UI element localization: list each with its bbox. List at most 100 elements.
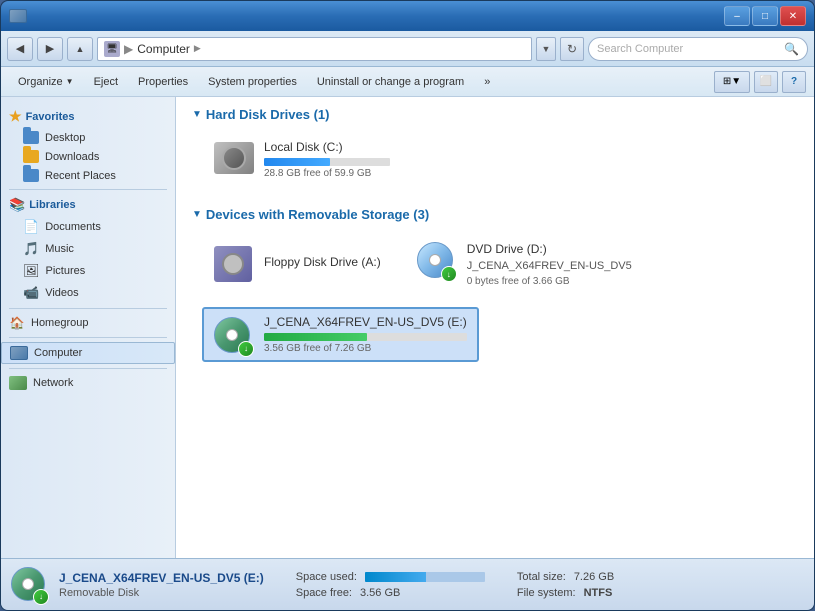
sidebar-item-documents[interactable]: 📄 Documents: [1, 216, 175, 238]
removable-section: ▼ Devices with Removable Storage (3) Flo…: [192, 207, 798, 362]
videos-label: Videos: [45, 287, 78, 299]
status-free-row: Space free: 3.56 GB: [296, 587, 485, 599]
sidebar-item-network[interactable]: Network: [1, 373, 175, 393]
documents-label: Documents: [45, 221, 101, 233]
organize-button[interactable]: Organize ▼: [9, 71, 83, 93]
uninstall-button[interactable]: Uninstall or change a program: [308, 71, 473, 93]
hard-disk-section: ▼ Hard Disk Drives (1) Local Disk (C:): [192, 107, 798, 187]
space-free-label: Space free:: [296, 587, 352, 599]
network-label: Network: [33, 377, 73, 389]
total-size-value: 7.26 GB: [574, 571, 614, 583]
search-placeholder: Search Computer: [597, 43, 683, 55]
status-details: Space used: Space free: 3.56 GB: [296, 571, 485, 599]
desktop-label: Desktop: [45, 132, 85, 144]
floppy-name: Floppy Disk Drive (A:): [264, 255, 381, 269]
dvd-icon-container: ↓: [417, 242, 457, 278]
main-window: – □ ✕ ◀ ▶ ▲ 🖥 ▶ Computer ▶ ▼ ↻ Search Co…: [0, 0, 815, 611]
libraries-header[interactable]: 📚 Libraries: [1, 194, 175, 216]
status-drive-type: Removable Disk: [59, 587, 264, 599]
recent-label: Recent Places: [45, 170, 116, 182]
help-button[interactable]: ?: [782, 71, 806, 93]
favorites-section: ★ Favorites Desktop Downloads Recent Pla…: [1, 105, 175, 185]
space-used-label: Space used:: [296, 571, 357, 583]
floppy-item[interactable]: Floppy Disk Drive (A:): [202, 232, 393, 295]
forward-button[interactable]: ▶: [37, 37, 63, 61]
organize-label: Organize: [18, 76, 63, 88]
back-button[interactable]: ◀: [7, 37, 33, 61]
recent-icon: [23, 169, 39, 182]
status-used-row: Space used:: [296, 571, 485, 583]
hdd-arrow: ▼: [192, 109, 202, 120]
removable-e-item[interactable]: ↓ J_CENA_X64FREV_EN-US_DV5 (E:) 3.56 GB …: [202, 307, 479, 362]
up-button[interactable]: ▲: [67, 37, 93, 61]
sidebar-item-videos[interactable]: 📹 Videos: [1, 282, 175, 304]
sidebar-item-downloads[interactable]: Downloads: [1, 147, 175, 166]
content-area: ▼ Hard Disk Drives (1) Local Disk (C:): [176, 97, 814, 558]
search-box[interactable]: Search Computer 🔍: [588, 37, 808, 61]
sidebar-item-homegroup[interactable]: 🏠 Homegroup: [1, 313, 175, 333]
sidebar-divider-2: [9, 308, 167, 309]
removable-e-fill: [264, 333, 367, 341]
more-button[interactable]: »: [475, 71, 499, 93]
close-button[interactable]: ✕: [780, 6, 806, 26]
desktop-icon: [23, 131, 39, 144]
main-area: ★ Favorites Desktop Downloads Recent Pla…: [1, 97, 814, 558]
dvd-info: DVD Drive (D:) J_CENA_X64FREV_EN-US_DV5 …: [467, 242, 632, 287]
sidebar-item-music[interactable]: 🎵 Music: [1, 238, 175, 260]
computer-label: Computer: [34, 347, 82, 359]
properties-button[interactable]: Properties: [129, 71, 197, 93]
sidebar-item-pictures[interactable]: 🖼 Pictures: [1, 260, 175, 282]
downloads-icon: [23, 150, 39, 163]
total-size-row: Total size: 7.26 GB: [517, 571, 614, 583]
maximize-button[interactable]: □: [752, 6, 778, 26]
local-disk-icon: [214, 142, 254, 178]
homegroup-label: Homegroup: [31, 317, 88, 329]
eject-button[interactable]: Eject: [85, 71, 127, 93]
homegroup-icon: 🏠: [9, 316, 25, 330]
floppy-icon-container: [214, 246, 254, 282]
window-icon: [9, 9, 27, 23]
music-icon: 🎵: [23, 241, 39, 257]
local-disk-fill: [264, 158, 330, 166]
status-arrow-icon: ↓: [33, 589, 49, 605]
properties-label: Properties: [138, 76, 188, 88]
refresh-button[interactable]: ↻: [560, 37, 584, 61]
removable-e-bar: [264, 333, 467, 341]
status-drive-icon: ↓: [11, 567, 47, 603]
favorites-header[interactable]: ★ Favorites: [1, 105, 175, 128]
address-dropdown[interactable]: ▼: [536, 37, 556, 61]
local-disk-item[interactable]: Local Disk (C:) 28.8 GB free of 59.9 GB: [202, 132, 402, 187]
total-size-label: Total size:: [517, 571, 566, 583]
pictures-label: Pictures: [46, 265, 86, 277]
minimize-button[interactable]: –: [724, 6, 750, 26]
status-bar-fill: [365, 572, 426, 582]
videos-icon: 📹: [23, 285, 39, 301]
address-bar: ◀ ▶ ▲ 🖥 ▶ Computer ▶ ▼ ↻ Search Computer…: [1, 31, 814, 67]
file-system-label: File system:: [517, 587, 576, 599]
more-label: »: [484, 76, 490, 88]
removable-title-text: Devices with Removable Storage (3): [206, 207, 429, 222]
system-properties-button[interactable]: System properties: [199, 71, 306, 93]
status-drive-name: J_CENA_X64FREV_EN-US_DV5 (E:): [59, 571, 264, 585]
removable-arrow: ▼: [192, 209, 202, 220]
sidebar-item-recent[interactable]: Recent Places: [1, 166, 175, 185]
dvd-item[interactable]: ↓ DVD Drive (D:) J_CENA_X64FREV_EN-US_DV…: [405, 232, 644, 295]
title-bar: – □ ✕: [1, 1, 814, 31]
address-path[interactable]: 🖥 ▶ Computer ▶: [97, 37, 532, 61]
sidebar-item-computer[interactable]: Computer: [1, 342, 175, 364]
status-usage-bar: [365, 572, 485, 582]
documents-icon: 📄: [23, 219, 39, 235]
toolbar-right: ⊞▼ ⬜ ?: [714, 71, 806, 93]
status-total: Total size: 7.26 GB File system: NTFS: [517, 571, 614, 599]
music-label: Music: [45, 243, 74, 255]
space-free-value: 3.56 GB: [360, 587, 400, 599]
sidebar: ★ Favorites Desktop Downloads Recent Pla…: [1, 97, 176, 558]
file-system-value: NTFS: [584, 587, 613, 599]
dvd-arrow: ↓: [441, 266, 457, 282]
sidebar-item-desktop[interactable]: Desktop: [1, 128, 175, 147]
view-toggle-button[interactable]: ⊞▼: [714, 71, 750, 93]
removable-e-size: 3.56 GB free of 7.26 GB: [264, 343, 467, 354]
hdd-title-text: Hard Disk Drives (1): [206, 107, 330, 122]
path-icon: 🖥: [104, 41, 120, 57]
preview-pane-button[interactable]: ⬜: [754, 71, 778, 93]
